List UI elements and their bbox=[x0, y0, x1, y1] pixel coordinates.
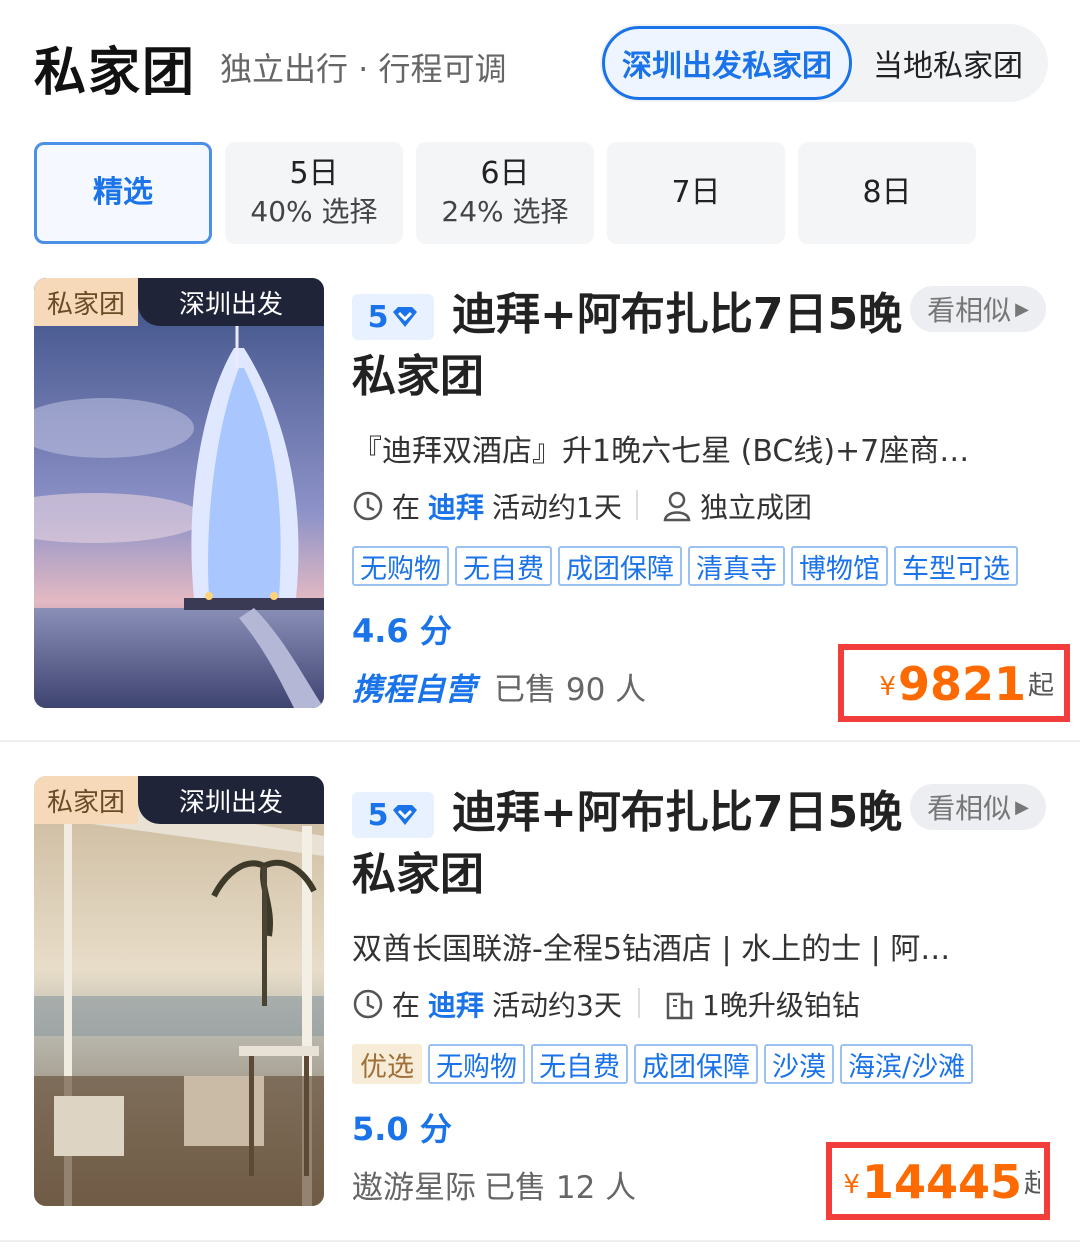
sales-info: 携程自营 已售 90 人 bbox=[352, 664, 646, 709]
meta-divider bbox=[636, 490, 638, 520]
filter-tab-label: 8日 bbox=[862, 175, 912, 210]
price-value: 9821 bbox=[897, 657, 1026, 711]
hotel-upgrade-label: 1晚升级铂钻 bbox=[702, 989, 860, 1022]
product-image-terrace[interactable]: 私家团 深圳出发 bbox=[34, 776, 324, 1206]
review-score: 5.0 分 bbox=[352, 1110, 452, 1148]
badge-departure: 深圳出发 bbox=[138, 776, 324, 824]
feature-tag: 无购物 bbox=[428, 1044, 525, 1084]
filter-tab-share: 40% 选择 bbox=[250, 195, 378, 228]
seller-brand-logo: 携程自营 bbox=[352, 672, 476, 708]
feature-tag: 无购物 bbox=[352, 546, 449, 586]
featured-tag: 优选 bbox=[352, 1044, 422, 1084]
see-similar-label: 看相似 bbox=[927, 294, 1012, 327]
sales-info: 遨游星际 已售 12 人 bbox=[352, 1162, 636, 1207]
tab-local-private[interactable]: 当地私家团 bbox=[858, 26, 1038, 100]
price-suffix: 起 bbox=[1024, 1169, 1040, 1199]
feature-tag: 无自费 bbox=[455, 546, 552, 586]
product-title[interactable]: 迪拜+阿布扎比7日5晚私家团 bbox=[352, 284, 912, 408]
page-subtitle: 独立出行 · 行程可调 bbox=[220, 50, 507, 88]
filter-tab-7-days[interactable]: 7日 bbox=[607, 142, 785, 244]
feature-tag: 海滨/沙滩 bbox=[840, 1044, 974, 1084]
feature-tag: 沙漠 bbox=[764, 1044, 834, 1084]
page-title: 私家团 bbox=[34, 43, 197, 103]
filter-tab-6-days[interactable]: 6日 24% 选择 bbox=[416, 142, 594, 244]
activity-destination: 迪拜 bbox=[428, 491, 485, 524]
page-header: 私家团 独立出行 · 行程可调 深圳出发私家团 当地私家团 bbox=[0, 0, 1080, 130]
group-type-label: 独立成团 bbox=[700, 491, 813, 524]
seller-name: 遨游星际 bbox=[352, 1170, 476, 1206]
filter-tab-8-days[interactable]: 8日 bbox=[798, 142, 976, 244]
meta-divider bbox=[638, 988, 640, 1018]
feature-tag: 博物馆 bbox=[791, 546, 888, 586]
see-similar-button[interactable]: 看相似 ▶ bbox=[910, 286, 1046, 332]
filter-tab-label: 7日 bbox=[671, 175, 721, 210]
currency-symbol: ¥ bbox=[843, 1170, 860, 1200]
currency-symbol: ¥ bbox=[879, 672, 896, 702]
badge-private-tour: 私家团 bbox=[34, 278, 138, 326]
feature-tag: 无自费 bbox=[531, 1044, 628, 1084]
activity-duration: 活动约3天 bbox=[492, 989, 622, 1022]
review-score: 4.6 分 bbox=[352, 612, 452, 650]
filter-tab-featured[interactable]: 精选 bbox=[34, 142, 212, 244]
feature-tag: 成团保障 bbox=[634, 1044, 758, 1084]
terrace-image bbox=[34, 776, 324, 1206]
product-image-burj-al-arab[interactable]: 私家团 深圳出发 bbox=[34, 278, 324, 708]
product-title[interactable]: 迪拜+阿布扎比7日5晚私家团 bbox=[352, 782, 912, 906]
filter-tab-label: 精选 bbox=[93, 175, 153, 210]
clock-icon bbox=[353, 491, 383, 521]
clock-icon bbox=[353, 989, 383, 1019]
activity-prefix: 在 bbox=[392, 491, 421, 524]
hotel-upgrade-info: 1晚升级铂钻 bbox=[664, 984, 860, 1024]
activity-info: 在迪拜 活动约3天 bbox=[352, 984, 622, 1024]
activity-info: 在迪拜 活动约1天 bbox=[352, 486, 622, 526]
caret-right-icon: ▶ bbox=[1015, 796, 1029, 818]
activity-prefix: 在 bbox=[392, 989, 421, 1022]
price-value: 14445 bbox=[861, 1155, 1022, 1209]
badge-departure: 深圳出发 bbox=[138, 278, 324, 326]
sold-count: 已售 12 人 bbox=[484, 1170, 637, 1206]
activity-duration: 活动约1天 bbox=[492, 491, 622, 524]
see-similar-label: 看相似 bbox=[927, 792, 1012, 825]
filter-tab-5-days[interactable]: 5日 40% 选择 bbox=[225, 142, 403, 244]
caret-right-icon: ▶ bbox=[1015, 298, 1029, 320]
burj-al-arab-image bbox=[34, 278, 324, 708]
filter-tab-share: 24% 选择 bbox=[441, 195, 569, 228]
feature-tags: 优选 无购物 无自费 成团保障 沙漠 海滨/沙滩 bbox=[352, 1044, 974, 1084]
price-suffix: 起 bbox=[1027, 671, 1054, 701]
building-icon bbox=[666, 992, 693, 1020]
badge-private-tour: 私家团 bbox=[34, 776, 138, 824]
see-similar-button[interactable]: 看相似 ▶ bbox=[910, 784, 1046, 830]
feature-tag: 车型可选 bbox=[894, 546, 1018, 586]
filter-tab-label: 6日 bbox=[480, 156, 530, 191]
feature-tag: 清真寺 bbox=[688, 546, 785, 586]
product-description: 『迪拜双酒店』升1晚六七星 (BC线)+7座商… bbox=[352, 434, 970, 469]
price-box[interactable]: ¥ 9821 起 bbox=[838, 644, 1070, 722]
tab-shenzhen-departure[interactable]: 深圳出发私家团 bbox=[602, 26, 852, 100]
card-divider bbox=[0, 740, 1080, 742]
bottom-divider bbox=[0, 1240, 1080, 1242]
person-icon bbox=[663, 491, 691, 522]
filter-tab-label: 5日 bbox=[289, 156, 339, 191]
product-description: 双酋长国联游-全程5钻酒店 | 水上的士 | 阿… bbox=[352, 932, 951, 967]
price-box[interactable]: ¥ 14445 起 bbox=[826, 1142, 1050, 1220]
group-type-info: 独立成团 bbox=[662, 486, 812, 526]
feature-tag: 成团保障 bbox=[558, 546, 682, 586]
activity-destination: 迪拜 bbox=[428, 989, 485, 1022]
sold-count: 已售 90 人 bbox=[494, 672, 647, 708]
feature-tags: 无购物 无自费 成团保障 清真寺 博物馆 车型可选 bbox=[352, 546, 1018, 586]
